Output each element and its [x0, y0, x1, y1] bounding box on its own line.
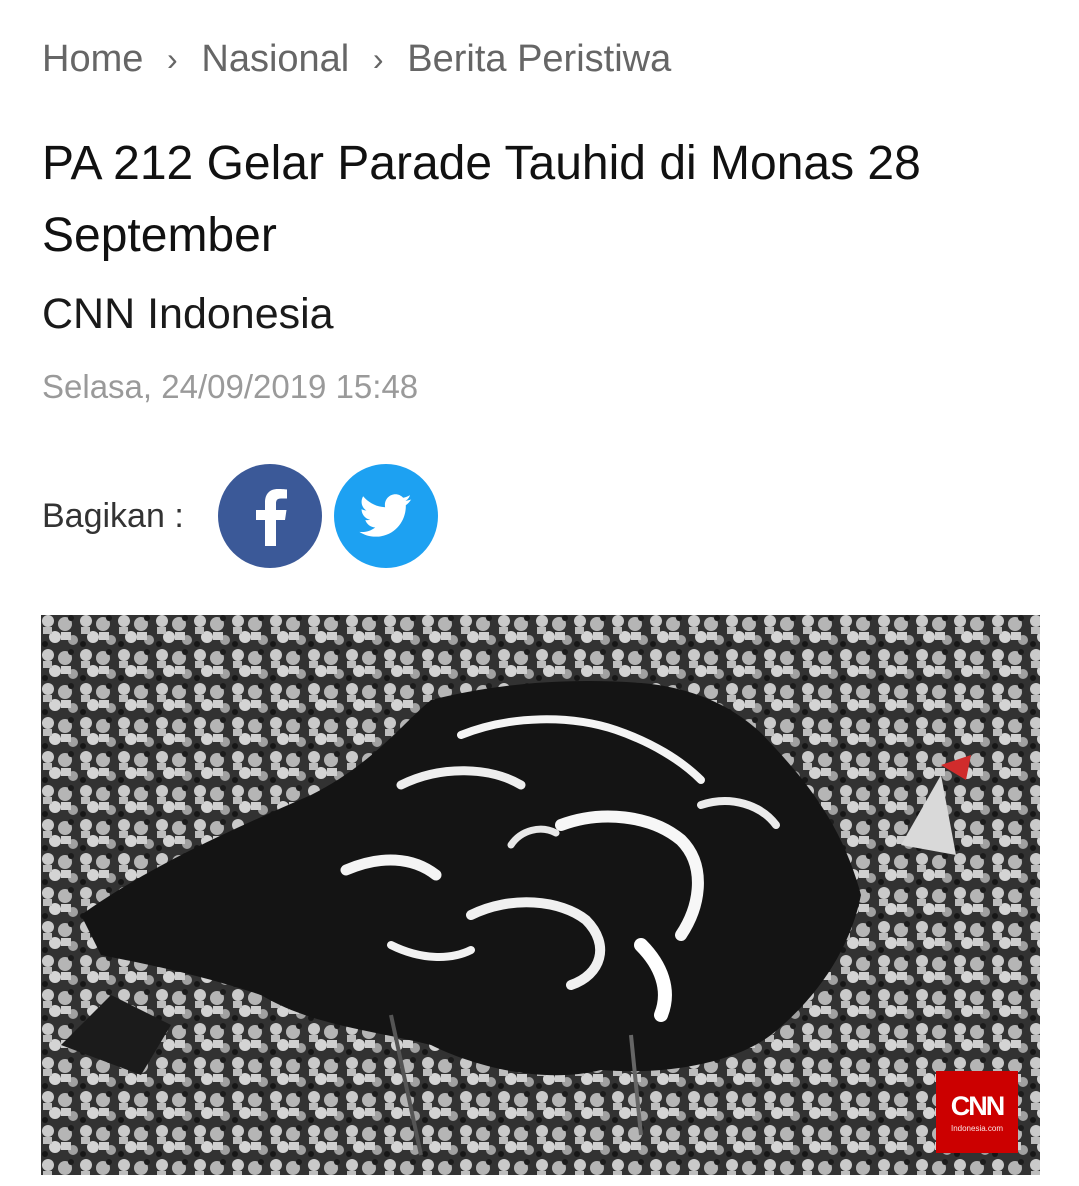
breadcrumb: Home › Nasional › Berita Peristiwa — [42, 38, 671, 81]
cnn-logo-subtext: Indonesia.com — [950, 1123, 1004, 1133]
chevron-right-icon: › — [372, 41, 384, 77]
share-bar: Bagikan : — [42, 464, 450, 568]
facebook-icon — [255, 489, 287, 546]
chevron-right-icon: › — [167, 41, 178, 77]
facebook-share-button[interactable] — [217, 464, 322, 568]
article-date: Selasa, 24/09/2019 15:48 — [42, 368, 419, 405]
breadcrumb-home[interactable]: Home — [42, 38, 143, 81]
share-label: Bagikan : — [42, 496, 184, 535]
article-source: CNN Indonesia — [42, 290, 334, 338]
article-title: PA 212 Gelar Parade Tauhid di Monas 28 S… — [42, 137, 921, 262]
breadcrumb-berita-peristiwa[interactable]: Berita Peristiwa — [407, 38, 671, 81]
cnn-watermark-logo: CNN Indonesia.com — [936, 1071, 1018, 1153]
twitter-icon — [359, 494, 412, 537]
article-photo: CNN Indonesia.com — [41, 615, 1040, 1175]
crowd-photo-image — [41, 615, 1040, 1175]
twitter-share-button[interactable] — [333, 464, 438, 568]
breadcrumb-nasional[interactable]: Nasional — [201, 38, 349, 81]
cnn-logo-text: CNN — [950, 1090, 1005, 1121]
